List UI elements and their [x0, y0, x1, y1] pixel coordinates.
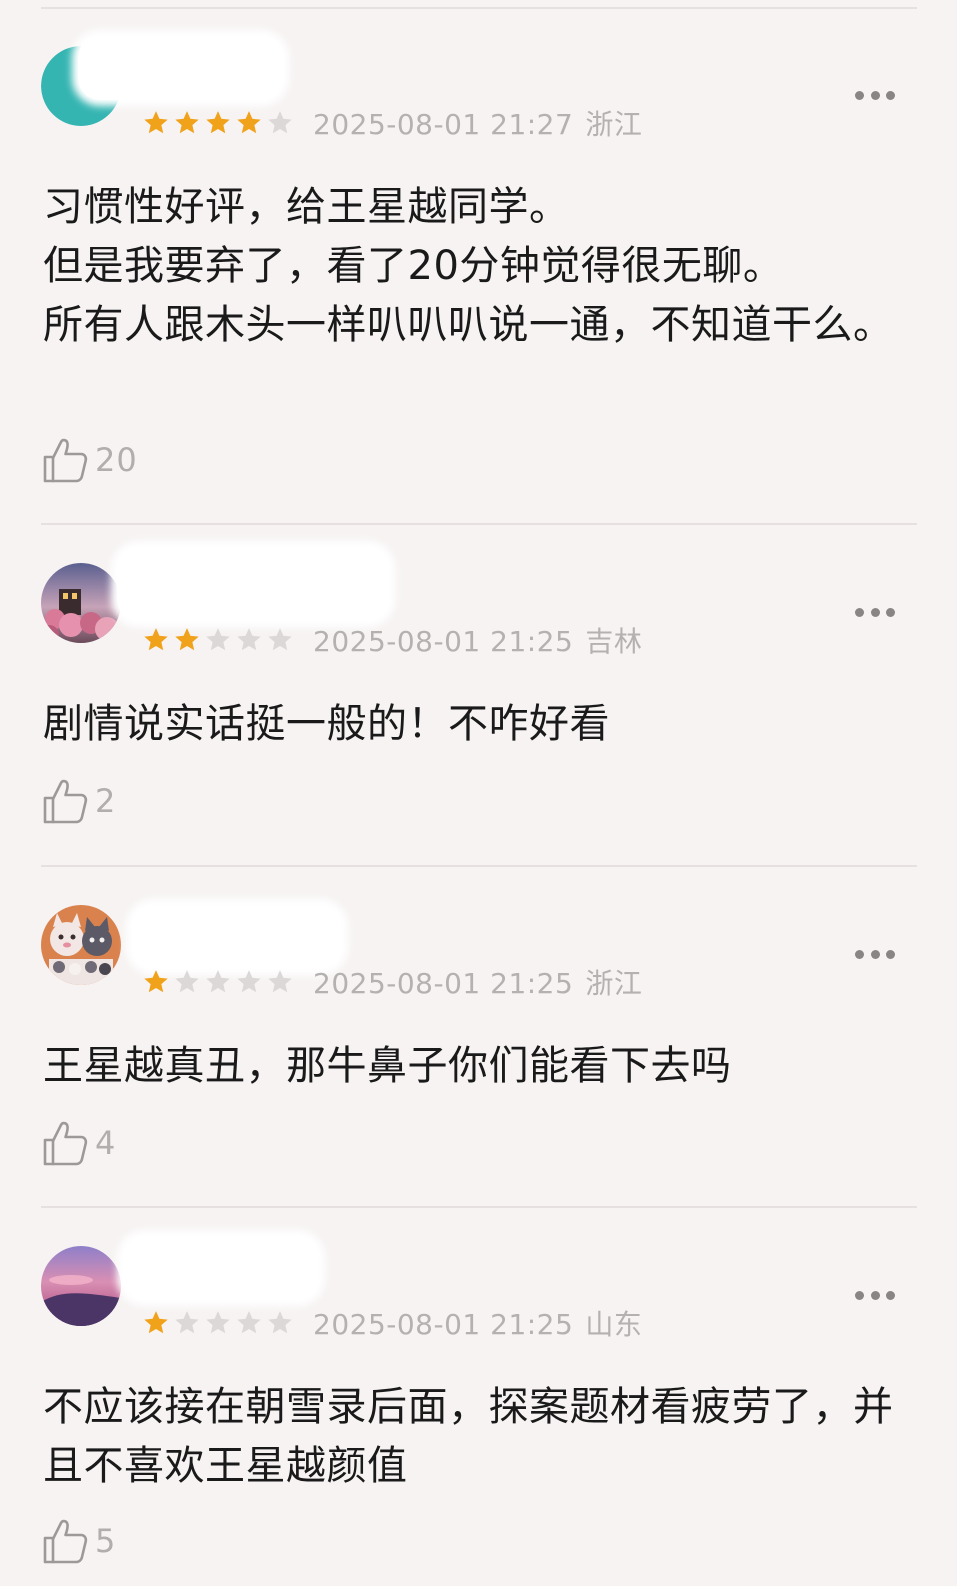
comment-item: 2025-08-01 21:25 浙江 王星越真丑，那牛鼻子你们能看下去吗 4 — [0, 867, 957, 1208]
like-count: 5 — [95, 1522, 117, 1560]
star-empty-icon — [237, 628, 261, 651]
star-empty-icon — [268, 111, 292, 134]
like-button[interactable]: 20 — [41, 434, 138, 486]
rating-stars — [142, 626, 297, 654]
thumbs-up-icon — [41, 436, 89, 484]
star-empty-icon — [175, 1311, 199, 1334]
star-empty-icon — [206, 970, 230, 993]
star-empty-icon — [206, 1311, 230, 1334]
comment-text: 习惯性好评，给王星越同学。 但是我要弃了，看了20分钟觉得很无聊。 所有人跟木头… — [43, 184, 894, 348]
comment-date: 2025-08-01 21:25 — [313, 967, 574, 1000]
star-filled-icon — [144, 628, 168, 651]
comment-date: 2025-08-01 21:27 — [313, 108, 574, 141]
thumbs-up-icon — [41, 1517, 89, 1565]
star-empty-icon — [268, 628, 292, 651]
star-filled-icon — [175, 111, 199, 134]
user-avatar[interactable] — [41, 563, 121, 643]
comment-text: 剧情说实话挺一般的！不咋好看 — [43, 701, 610, 747]
comment-item: 2025-08-01 21:27 浙江 习惯性好评，给王星越同学。 但是我要弃了，… — [0, 8, 957, 525]
comment-date: 2025-08-01 21:25 — [313, 625, 574, 658]
star-filled-icon — [144, 970, 168, 993]
star-filled-icon — [237, 111, 261, 134]
timestamp-region: 2025-08-01 21:25 山东 — [313, 1303, 642, 1343]
star-filled-icon — [206, 111, 230, 134]
comment-meta: 2025-08-01 21:25 吉林 — [142, 620, 642, 660]
more-options-icon[interactable] — [855, 1288, 895, 1302]
thumbs-up-icon — [41, 1119, 89, 1167]
more-options-icon[interactable] — [855, 88, 895, 102]
star-filled-icon — [144, 1311, 168, 1334]
like-count: 2 — [95, 782, 117, 820]
timestamp-region: 2025-08-01 21:25 浙江 — [313, 962, 642, 1002]
comment-item: 2025-08-01 21:25 吉林 剧情说实话挺一般的！不咋好看 2 — [0, 525, 957, 867]
comment-region: 浙江 — [585, 967, 643, 1000]
star-empty-icon — [237, 1311, 261, 1334]
star-empty-icon — [206, 628, 230, 651]
like-button[interactable]: 5 — [41, 1515, 116, 1567]
star-empty-icon — [268, 1311, 292, 1334]
thumbs-up-icon — [41, 777, 89, 825]
rating-stars — [142, 1309, 297, 1337]
star-empty-icon — [268, 970, 292, 993]
star-filled-icon — [175, 628, 199, 651]
comment-text: 王星越真丑，那牛鼻子你们能看下去吗 — [43, 1043, 732, 1089]
more-options-icon[interactable] — [855, 605, 895, 619]
comment-meta: 2025-08-01 21:27 浙江 — [142, 103, 642, 143]
like-count: 20 — [95, 441, 138, 479]
comment-meta: 2025-08-01 21:25 山东 — [142, 1303, 642, 1343]
comment-region: 浙江 — [585, 108, 643, 141]
timestamp-region: 2025-08-01 21:27 浙江 — [313, 103, 642, 143]
like-button[interactable]: 4 — [41, 1117, 116, 1169]
rating-stars — [142, 968, 297, 996]
like-button[interactable]: 2 — [41, 775, 116, 827]
more-options-icon[interactable] — [855, 947, 895, 961]
star-empty-icon — [175, 970, 199, 993]
timestamp-region: 2025-08-01 21:25 吉林 — [313, 620, 642, 660]
comment-text: 不应该接在朝雪录后面，探案题材看疲劳了，并且不喜欢王星越颜值 — [43, 1384, 894, 1489]
comment-date: 2025-08-01 21:25 — [313, 1308, 574, 1341]
username-redacted — [132, 905, 342, 969]
star-filled-icon — [144, 111, 168, 134]
comment-meta: 2025-08-01 21:25 浙江 — [142, 962, 642, 1002]
comment-region: 吉林 — [585, 625, 643, 658]
username-redacted — [123, 1236, 319, 1300]
rating-stars — [142, 109, 297, 137]
like-count: 4 — [95, 1124, 117, 1162]
comment-region: 山东 — [585, 1308, 643, 1341]
username-redacted — [117, 547, 389, 621]
comment-item: 2025-08-01 21:25 山东 不应该接在朝雪录后面，探案题材看疲劳了，并… — [0, 1208, 957, 1586]
star-empty-icon — [237, 970, 261, 993]
user-avatar[interactable] — [41, 1246, 121, 1326]
username-redacted — [78, 36, 283, 100]
user-avatar[interactable] — [41, 905, 121, 985]
